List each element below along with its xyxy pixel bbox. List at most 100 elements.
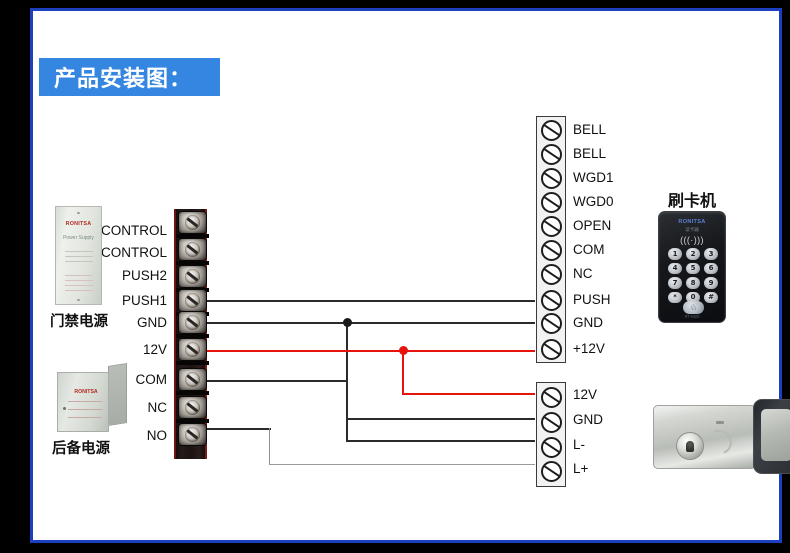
- card-reader-terminal-block[interactable]: [536, 116, 566, 363]
- keypad[interactable]: 1 2 3 4 5 6 7 8 9 * 0 #: [668, 248, 718, 306]
- card-reader-device[interactable]: RONITSA 读卡器 (((·))) 1 2 3 4 5 6 7 8 9 * …: [658, 211, 726, 323]
- terminal-label-plus12v: +12V: [573, 341, 605, 356]
- psu-spec-line: [65, 280, 93, 282]
- terminal-label-wgd1: WGD1: [573, 170, 614, 185]
- key-9[interactable]: 9: [704, 277, 718, 289]
- terminal-screw-gnd[interactable]: [179, 312, 206, 333]
- backup-power-device: RONITSA: [57, 362, 127, 432]
- wire-com-segment-h1: [207, 380, 348, 382]
- terminal-gnd[interactable]: [541, 313, 562, 334]
- terminal-label-lock-lminus: L-: [573, 437, 586, 452]
- terminal-screw-push1[interactable]: [179, 290, 206, 311]
- wire-no-segment-h1: [207, 428, 271, 430]
- junction-dot-12v: [399, 346, 408, 355]
- wire-12v-branch-vertical: [402, 350, 404, 393]
- lock-arc-detail: [702, 425, 736, 459]
- backup-power-side: [108, 362, 127, 426]
- terminal-push[interactable]: [541, 290, 562, 311]
- backup-power-face: RONITSA: [57, 372, 109, 432]
- wire-push1-to-push: [207, 300, 535, 302]
- block-divider: [176, 334, 209, 338]
- terminal-plus12v[interactable]: [541, 339, 562, 360]
- backup-power-line: [68, 417, 102, 419]
- psu-indicator-icon: [77, 212, 80, 215]
- terminal-screw-com[interactable]: [179, 369, 206, 390]
- rfid-wave-icon: (((·))): [680, 235, 704, 245]
- terminal-label-12v: 12V: [142, 342, 167, 357]
- terminal-label-lock-12v: 12V: [573, 387, 598, 402]
- key-1[interactable]: 1: [668, 248, 682, 260]
- lock-body: [653, 405, 756, 469]
- power-supply-device: RONITSA Power Supply: [55, 206, 102, 305]
- psu-bottom-dot-icon: [77, 299, 80, 302]
- key-5[interactable]: 5: [686, 262, 700, 274]
- lock-terminal-block[interactable]: [536, 382, 566, 487]
- keypad-row: 4 5 6: [668, 262, 718, 274]
- wire-no-segment-v: [269, 428, 270, 464]
- wire-gnd-to-reader-gnd: [207, 322, 535, 324]
- psu-spec-line: [65, 256, 93, 258]
- diagram-canvas: 产品安装图： CONTROL CONTROL PUSH2 PUSH1 GND 1…: [33, 11, 790, 540]
- keyhole-icon: [686, 440, 694, 452]
- junction-dot-gnd: [343, 318, 352, 327]
- block-divider: [176, 391, 209, 395]
- psu-spec-line: [65, 290, 93, 292]
- terminal-label-com-r: COM: [573, 242, 605, 257]
- lock-cylinder: [676, 432, 704, 460]
- block-divider: [176, 361, 209, 365]
- psu-brand: RONITSA: [65, 221, 92, 227]
- terminal-lock-12v[interactable]: [541, 387, 562, 408]
- terminal-wgd0[interactable]: [541, 192, 562, 213]
- key-2[interactable]: 2: [686, 248, 700, 260]
- doorbell-button-icon[interactable]: ♘: [683, 301, 704, 314]
- terminal-label-nc-r: NC: [573, 266, 593, 281]
- key-4[interactable]: 4: [668, 262, 682, 274]
- key-hash[interactable]: #: [704, 291, 718, 303]
- terminal-bell-1[interactable]: [541, 120, 562, 141]
- terminal-bell-2[interactable]: [541, 144, 562, 165]
- psu-subtitle: Power Supply: [63, 235, 94, 241]
- card-reader-caption: 刷卡机: [667, 191, 716, 210]
- electric-lock-device: [653, 399, 790, 474]
- terminal-screw-nc[interactable]: [179, 397, 206, 418]
- controller-terminal-block[interactable]: [174, 209, 209, 459]
- card-reader-model: RT-M20: [684, 314, 700, 319]
- terminal-screw-push2[interactable]: [179, 266, 206, 287]
- block-divider: [176, 419, 209, 423]
- keypad-row: 7 8 9: [668, 277, 718, 289]
- terminal-label-gnd-r: GND: [573, 315, 603, 330]
- terminal-label-bell-2: BELL: [573, 146, 607, 161]
- key-star[interactable]: *: [668, 291, 682, 303]
- terminal-screw-no[interactable]: [179, 424, 206, 445]
- wire-12v-to-reader-12v: [207, 350, 535, 352]
- terminal-lock-gnd[interactable]: [541, 412, 562, 433]
- key-8[interactable]: 8: [686, 277, 700, 289]
- terminal-nc[interactable]: [541, 264, 562, 285]
- wire-no-to-lock-lplus: [269, 464, 535, 465]
- terminal-screw-12v[interactable]: [179, 339, 206, 360]
- backup-power-line: [68, 409, 102, 411]
- terminal-label-wgd0: WGD0: [573, 194, 614, 209]
- lock-strike-inner: [761, 409, 790, 461]
- key-3[interactable]: 3: [704, 248, 718, 260]
- terminal-lock-lplus[interactable]: [541, 461, 562, 482]
- terminal-lock-lminus[interactable]: [541, 437, 562, 458]
- backup-power-caption: 后备电源: [52, 441, 110, 457]
- terminal-com[interactable]: [541, 240, 562, 261]
- terminal-screw-control-1[interactable]: [179, 212, 206, 233]
- lock-strike-plate: [753, 399, 790, 474]
- keypad-row: 1 2 3: [668, 248, 718, 260]
- terminal-screw-control-2[interactable]: [179, 239, 206, 260]
- terminal-wgd1[interactable]: [541, 168, 562, 189]
- key-7[interactable]: 7: [668, 277, 682, 289]
- backup-power-brand: RONITSA: [74, 389, 98, 395]
- terminal-label-open: OPEN: [573, 218, 612, 233]
- terminal-open[interactable]: [541, 216, 562, 237]
- card-reader-brand: RONITSA: [678, 219, 706, 225]
- key-6[interactable]: 6: [704, 262, 718, 274]
- terminal-label-push: PUSH: [573, 292, 611, 307]
- psu-spec-line: [65, 261, 93, 263]
- block-divider: [176, 234, 209, 238]
- wire-com-segment-v: [346, 380, 348, 440]
- psu-spec-line: [65, 285, 93, 287]
